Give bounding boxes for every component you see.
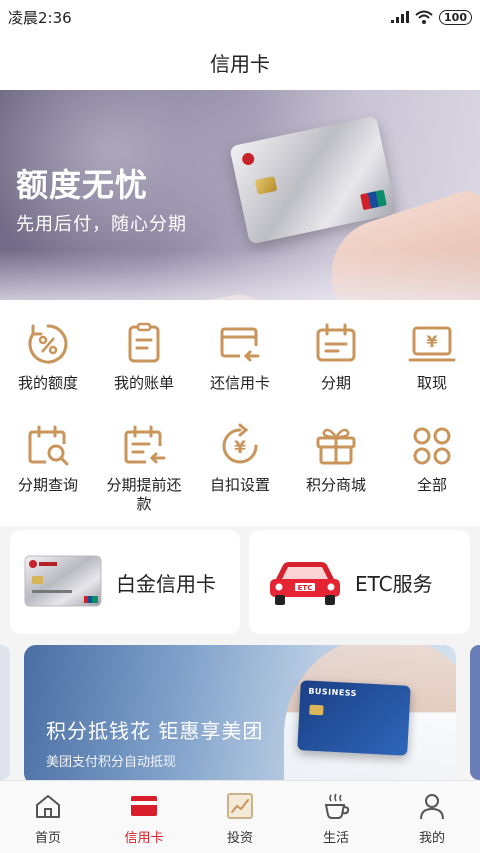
menu-my-quota[interactable]: 我的额度 (0, 320, 96, 393)
platinum-card-entry[interactable]: 白金信用卡 (10, 530, 240, 634)
bank-logo-icon (241, 151, 256, 167)
menu-label: 分期 (320, 374, 351, 392)
menu-early-repay[interactable]: 分期提前还 款 (96, 422, 192, 514)
menu-auto-debit[interactable]: ¥ 自扣设置 (192, 422, 288, 495)
nav-label: 我的 (418, 831, 445, 846)
profile-icon (420, 794, 444, 820)
credit-card-icon (131, 796, 157, 816)
signal-icon (391, 11, 410, 23)
auto-debit-icon: ¥ (222, 423, 258, 464)
bottom-nav: 首页 信用卡 投资 生活 我的 (0, 780, 480, 853)
menu-points-mall[interactable]: 积分商城 (288, 422, 384, 495)
banner-title: 额度无忧 (16, 166, 149, 204)
status-icons: 100 (391, 9, 472, 25)
wifi-icon (415, 10, 433, 24)
nav-label: 信用卡 (124, 831, 164, 846)
function-grid: 我的额度 我的账单 还信用卡 分期 ¥ 取现 分期查询 分期提前还 款 ¥ 自扣… (0, 300, 480, 526)
menu-installment-query[interactable]: 分期查询 (0, 422, 96, 495)
installment-query-icon (28, 425, 69, 466)
promo-carousel[interactable]: BUSINESS 积分抵钱花 钜惠享美团 美团支付积分自动抵现 (0, 645, 480, 780)
page-title: 信用卡 (210, 51, 270, 76)
all-grid-icon (413, 427, 451, 465)
menu-label: 全部 (416, 476, 447, 494)
home-icon (36, 795, 60, 818)
promo-slide[interactable]: BUSINESS 积分抵钱花 钜惠享美团 美团支付积分自动抵现 (24, 645, 456, 780)
menu-label: 分期查询 (17, 476, 78, 494)
svg-text:¥: ¥ (234, 438, 246, 458)
nav-home[interactable]: 首页 (0, 791, 96, 846)
bill-icon (128, 322, 160, 363)
business-card-text: BUSINESS (308, 686, 358, 699)
cash-withdraw-icon: ¥ (408, 326, 456, 362)
status-time: 凌晨2:36 (8, 8, 72, 27)
nav-label: 首页 (34, 831, 61, 846)
battery-icon: 100 (439, 9, 472, 25)
menu-label: 取现 (416, 374, 447, 392)
svg-text:¥: ¥ (426, 332, 437, 351)
promo-banner[interactable]: 额度无忧 先用后付，随心分期 (0, 90, 480, 300)
quota-percent-icon (28, 324, 68, 364)
menu-my-bill[interactable]: 我的账单 (96, 320, 192, 393)
card-chip (309, 704, 324, 716)
platinum-card-image (24, 555, 102, 607)
gift-icon (316, 428, 356, 465)
nav-label: 投资 (226, 831, 253, 846)
nav-credit-card[interactable]: 信用卡 (96, 791, 192, 846)
menu-all[interactable]: 全部 (384, 422, 480, 495)
nav-investment[interactable]: 投资 (192, 791, 288, 846)
carousel-prev-slide[interactable] (0, 645, 10, 780)
nav-mine[interactable]: 我的 (384, 791, 480, 846)
menu-label: 积分商城 (305, 476, 366, 494)
installment-calendar-icon (316, 323, 356, 362)
status-bar: 凌晨2:36 100 (0, 0, 480, 34)
unionpay-logo-icon (360, 189, 387, 211)
etc-service-entry[interactable]: ETC ETC服务 (249, 530, 470, 634)
nav-life[interactable]: 生活 (288, 791, 384, 846)
menu-label: 我的额度 (17, 374, 78, 392)
early-repay-icon (124, 425, 166, 464)
card-chip (254, 175, 278, 195)
platinum-card-label: 白金信用卡 (116, 571, 216, 596)
car-icon: ETC (270, 562, 340, 605)
nav-label: 生活 (322, 831, 349, 846)
repay-card-icon (220, 327, 260, 362)
svg-text:ETC: ETC (298, 584, 313, 592)
banner-desk (0, 250, 480, 300)
menu-label: 分期提前还 款 (106, 476, 182, 513)
menu-installment[interactable]: 分期 (288, 320, 384, 393)
menu-cash-withdraw[interactable]: ¥ 取现 (384, 320, 480, 393)
promo-subtitle: 美团支付积分自动抵现 (46, 755, 177, 770)
business-card-image: BUSINESS (297, 680, 411, 756)
promo-title: 积分抵钱花 钜惠享美团 (46, 719, 264, 743)
page-header: 信用卡 (0, 34, 480, 90)
menu-label: 自扣设置 (209, 476, 270, 494)
etc-service-label: ETC服务 (355, 571, 433, 596)
banner-subtitle: 先用后付，随心分期 (16, 214, 187, 235)
menu-repay-card[interactable]: 还信用卡 (192, 320, 288, 393)
coffee-cup-icon (324, 793, 350, 819)
menu-label: 还信用卡 (209, 374, 270, 392)
carousel-next-slide[interactable] (470, 645, 480, 780)
menu-label: 我的账单 (113, 374, 174, 392)
investment-chart-icon (227, 793, 253, 819)
